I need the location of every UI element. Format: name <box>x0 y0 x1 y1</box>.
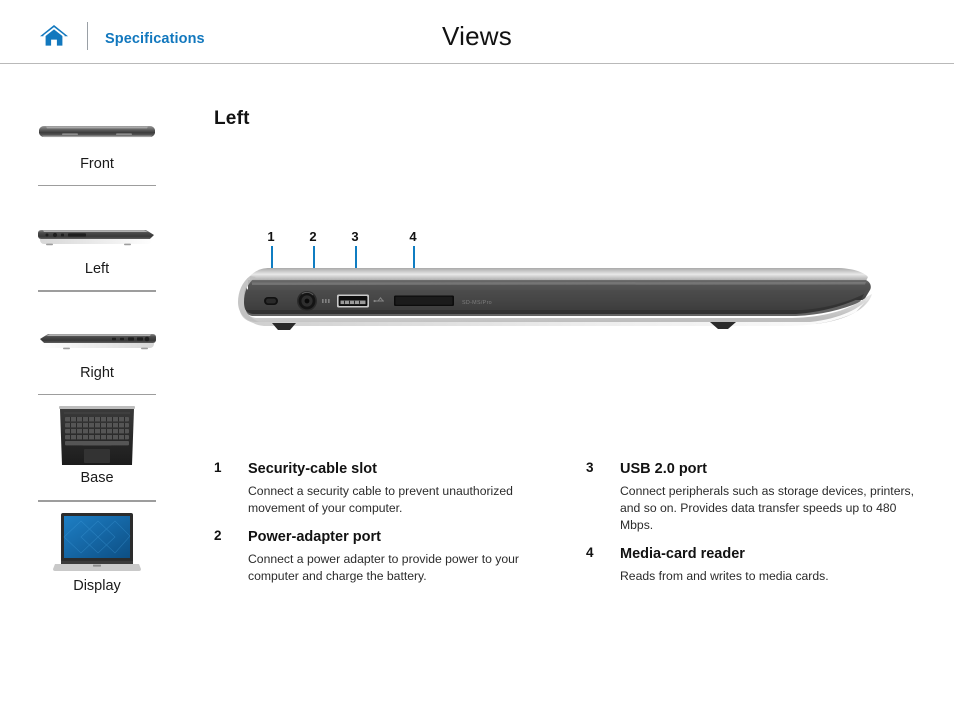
views-sidebar: Front Left Right Base Display <box>0 64 196 721</box>
sidebar-label-right: Right <box>80 365 114 381</box>
feature-list-left: 1 Security-cable slot Connect a security… <box>214 460 544 596</box>
feature-item: 2 Power-adapter port Connect a power ada… <box>214 528 544 585</box>
views-page: Specifications Views Front Left Right Ba… <box>0 0 954 721</box>
sidebar-label-base: Base <box>80 470 114 486</box>
page-header: Specifications Views <box>0 0 954 64</box>
sidebar-separator <box>38 290 156 292</box>
laptop-base-thumb <box>38 404 156 468</box>
svg-text:SD-MS/Pro: SD-MS/Pro <box>462 300 492 306</box>
laptop-front-thumb <box>38 110 156 154</box>
laptop-left-side-view: SD-MS/Pro <box>236 260 876 340</box>
sidebar-label-left: Left <box>84 261 110 277</box>
feature-item: 1 Security-cable slot Connect a security… <box>214 460 544 517</box>
section-title: Left <box>214 108 250 129</box>
sidebar-separator <box>38 185 156 186</box>
feature-name: USB 2.0 port <box>620 461 708 477</box>
callout-number-3: 3 <box>351 229 359 244</box>
feature-description: Connect a power adapter to provide power… <box>248 551 519 583</box>
feature-item: 3 USB 2.0 port Connect peripherals such … <box>586 460 926 534</box>
sidebar-label-front: Front <box>80 156 114 172</box>
sidebar-item-display[interactable]: Display <box>38 510 156 594</box>
page-title: Views <box>442 21 512 51</box>
main-content: Left 1 2 3 4 SD-MS/Pro 1 Security-cable … <box>196 64 954 721</box>
sidebar-item-base[interactable]: Base <box>38 404 156 486</box>
feature-description: Reads from and writes to media cards. <box>620 568 829 583</box>
feature-item: 4 Media-card reader Reads from and write… <box>586 545 926 585</box>
laptop-right-thumb <box>38 319 156 363</box>
laptop-left-thumb <box>38 215 156 259</box>
feature-number: 3 <box>586 460 594 475</box>
feature-description: Connect a security cable to prevent unau… <box>248 484 513 515</box>
feature-number: 2 <box>214 527 222 543</box>
laptop-display-thumb <box>38 510 156 576</box>
sidebar-item-front[interactable]: Front <box>38 110 156 172</box>
feature-name: Media-card reader <box>620 545 745 562</box>
callout-number-4: 4 <box>409 229 417 244</box>
callout-number-1: 1 <box>267 229 275 244</box>
feature-description: Connect peripherals such as storage devi… <box>620 484 915 532</box>
sidebar-item-right[interactable]: Right <box>38 319 156 381</box>
feature-number: 4 <box>586 544 594 560</box>
sidebar-separator <box>38 500 156 502</box>
callout-number-2: 2 <box>309 229 317 244</box>
feature-name: Security-cable slot <box>248 461 377 477</box>
sidebar-label-display: Display <box>73 578 121 594</box>
feature-list-right: 3 USB 2.0 port Connect peripherals such … <box>586 460 926 596</box>
sidebar-separator <box>38 394 156 395</box>
feature-number: 1 <box>214 460 222 475</box>
feature-name: Power-adapter port <box>248 528 381 545</box>
sidebar-item-left[interactable]: Left <box>38 215 156 277</box>
